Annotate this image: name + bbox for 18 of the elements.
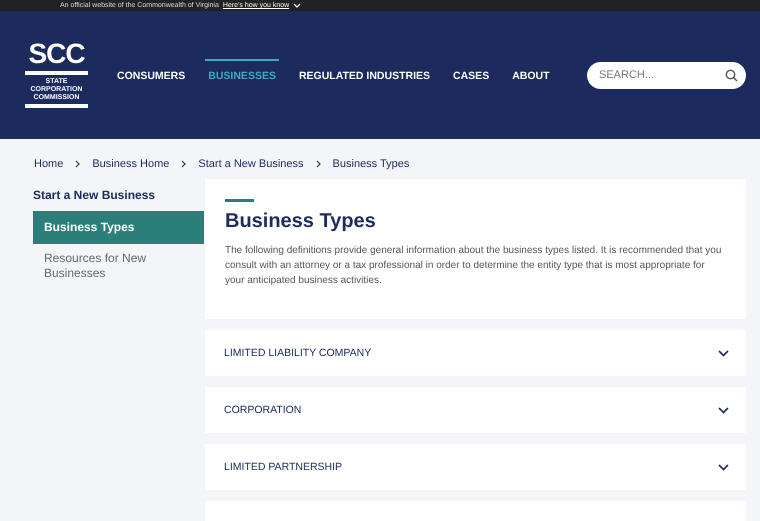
sidebar-item[interactable]: Business Types [33,211,204,244]
search-field[interactable]: SEARCH... [587,62,746,88]
nav-tab[interactable]: CONSUMERS [114,59,188,91]
sidebar-item[interactable]: Resources for New Businesses [33,244,204,288]
nav-tab[interactable]: BUSINESSES [205,59,279,91]
nav-tab[interactable]: CASES [450,59,492,91]
accordion-header[interactable]: LIMITED PARTNERSHIP [205,444,746,490]
accordion-header[interactable]: LIMITED LIABILITY COMPANY [205,330,746,376]
accordion-header[interactable]: CORPORATION [205,387,746,433]
breadcrumb-link[interactable]: Business Types [332,158,410,170]
breadcrumb-link[interactable]: Start a New Business [198,158,304,170]
page-title: Business Types [225,210,377,233]
intro-paragraph: The following definitions provide general information about the business types listed. It is recommended that you consult with an attorney or a tax professional in order to determine the entity type that is most appropriate for your anticipated business activities. [225,244,722,288]
nav-tab[interactable]: ABOUT [509,59,553,91]
sidebar-title: Start a New Business [33,188,156,202]
breadcrumb-link[interactable]: Home [34,158,64,170]
nav-tab[interactable]: REGULATED INDUSTRIES [296,59,434,91]
breadcrumb-link[interactable]: Business Home [92,158,170,170]
